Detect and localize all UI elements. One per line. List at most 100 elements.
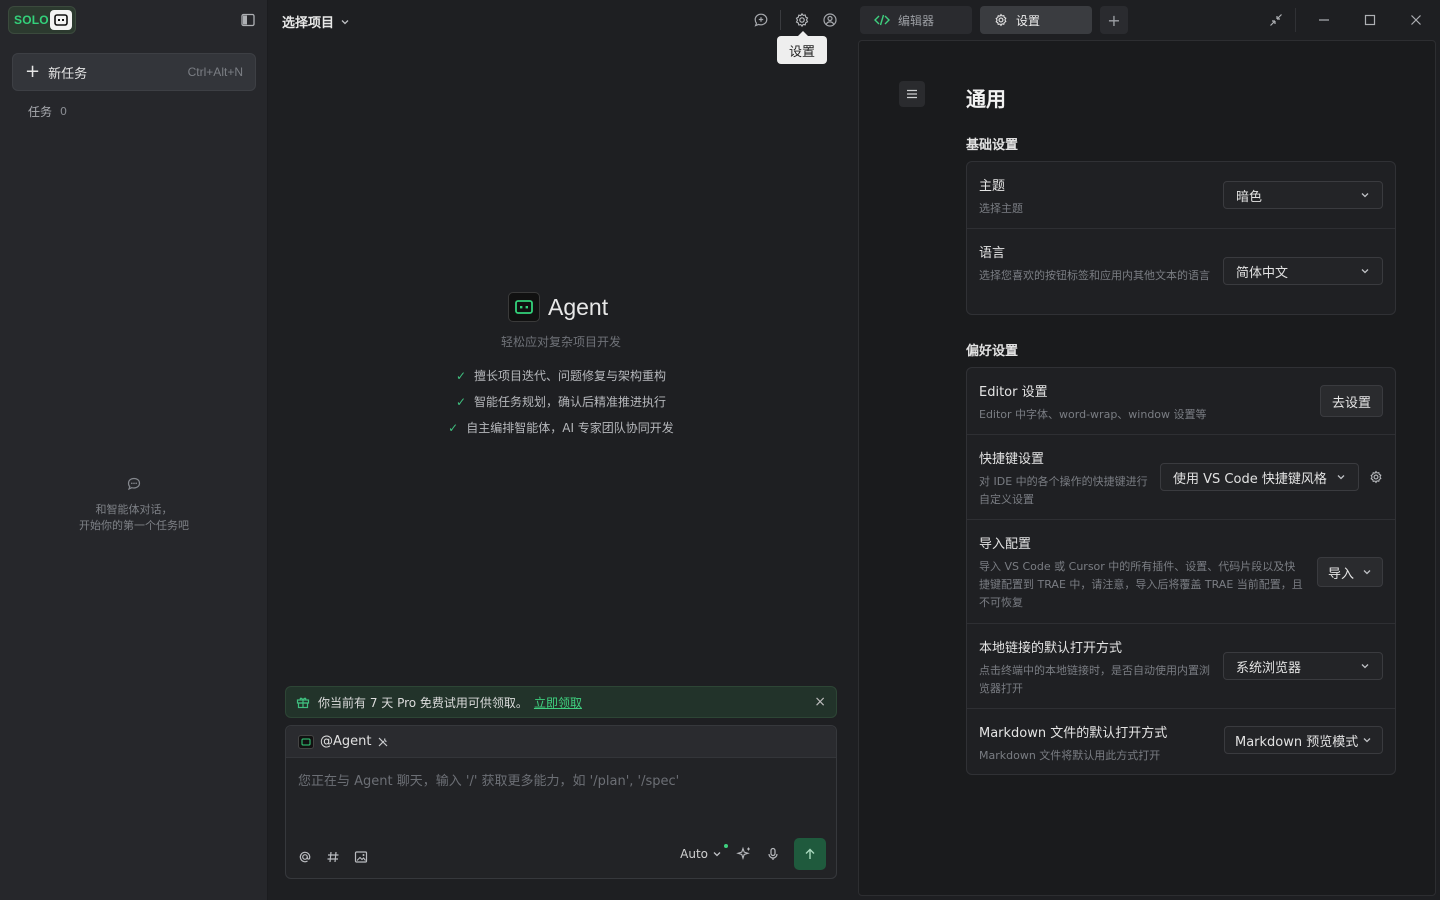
language-select[interactable]: 简体中文 bbox=[1223, 257, 1383, 285]
basic-settings-card: 主题 选择主题 暗色 语言 选择您喜欢的按钮标签和应用内其他文本的语言 简体中文 bbox=[966, 161, 1396, 315]
composer-tools bbox=[298, 850, 368, 864]
image-icon[interactable] bbox=[354, 850, 368, 864]
check-icon: ✓ bbox=[448, 421, 459, 435]
right-tab-bar: 编辑器 设置 + bbox=[854, 0, 1440, 40]
markdown-value: Markdown 预览模式 bbox=[1235, 734, 1359, 750]
close-icon[interactable] bbox=[1407, 11, 1425, 29]
toggle-sidebar-icon[interactable] bbox=[241, 13, 255, 27]
check-icon: ✓ bbox=[455, 395, 467, 409]
import-config-desc: 导入 VS Code 或 Cursor 中的所有插件、设置、代码片段以及快捷键配… bbox=[979, 560, 1303, 609]
tab-settings-label: 设置 bbox=[1016, 13, 1041, 28]
agent-chat-icon bbox=[50, 10, 72, 30]
chat-composer: @Agent 您正在与 Agent 聊天，输入 '/' 获取更多能力，如 '/p… bbox=[285, 725, 837, 879]
chevron-down-icon bbox=[1363, 570, 1371, 575]
solo-label: SOLO bbox=[14, 13, 49, 27]
local-link-select[interactable]: 系统浏览器 bbox=[1223, 652, 1383, 680]
empty-state: 和智能体对话， 开始你的第一个任务吧 bbox=[0, 476, 268, 534]
settings-menu-button[interactable] bbox=[899, 81, 925, 107]
add-tab-button[interactable]: + bbox=[1100, 6, 1128, 34]
project-select[interactable]: 选择项目 bbox=[282, 12, 350, 31]
chat-panel: 选择项目 设置 Agent 轻松应对复杂项目开发 ✓ 擅长项目迭代、问题修复与架构… bbox=[268, 0, 854, 900]
plus-icon: + bbox=[25, 61, 41, 82]
settings-tooltip: 设置 bbox=[777, 31, 827, 64]
keybinding-row: 快捷键设置 对 IDE 中的各个操作的快捷键进行自定义设置 使用 VS Code… bbox=[967, 435, 1395, 520]
import-config-row: 导入配置 导入 VS Code 或 Cursor 中的所有插件、设置、代码片段以… bbox=[967, 520, 1395, 624]
composer-actions: Auto bbox=[680, 838, 826, 870]
maximize-icon[interactable] bbox=[1361, 11, 1379, 29]
go-settings-button[interactable]: 去设置 bbox=[1320, 385, 1383, 417]
agent-name: Agent bbox=[548, 293, 609, 320]
close-icon[interactable]: × bbox=[814, 694, 826, 710]
language-value: 简体中文 bbox=[1236, 265, 1289, 281]
new-chat-icon[interactable] bbox=[751, 10, 771, 30]
sparkle-icon[interactable] bbox=[736, 846, 752, 862]
gear-icon[interactable] bbox=[792, 10, 812, 30]
feature-item: ✓ 擅长项目迭代、问题修复与架构重构 bbox=[268, 367, 854, 384]
message-input[interactable]: 您正在与 Agent 聊天，输入 '/' 获取更多能力，如 '/plan', '… bbox=[298, 770, 679, 789]
pro-trial-banner: 你当前有 7 天 Pro 免费试用可供领取。 立即领取 × bbox=[285, 686, 837, 718]
gear-icon[interactable] bbox=[1369, 470, 1383, 484]
new-task-button[interactable]: + 新任务 Ctrl+Alt+N bbox=[12, 53, 256, 91]
sidebar: SOLO + 新任务 Ctrl+Alt+N 任务 0 和智能体对话， 开始你的第… bbox=[0, 0, 268, 900]
chevron-down-icon bbox=[1360, 190, 1370, 200]
check-icon: ✓ bbox=[455, 369, 467, 383]
model-mode-select[interactable]: Auto bbox=[680, 844, 728, 861]
tasks-label: 任务 bbox=[28, 105, 53, 119]
empty-hint-line2: 开始你的第一个任务吧 bbox=[79, 519, 189, 532]
agent-header: Agent bbox=[508, 292, 608, 322]
chevron-down-icon bbox=[340, 17, 350, 27]
composer-header: @Agent bbox=[286, 726, 836, 758]
agent-subtitle: 轻松应对复杂项目开发 bbox=[500, 335, 621, 349]
empty-hint-line1: 和智能体对话， bbox=[95, 503, 173, 516]
gift-icon bbox=[296, 695, 310, 709]
account-icon[interactable] bbox=[820, 10, 840, 30]
feature-text: 擅长项目迭代、问题修复与架构重构 bbox=[474, 369, 667, 383]
keybinding-select[interactable]: 使用 VS Code 快捷键风格 bbox=[1160, 463, 1359, 491]
tab-editor-label: 编辑器 bbox=[898, 13, 935, 28]
chevron-down-icon bbox=[1336, 472, 1346, 482]
import-button-label: 导入 bbox=[1327, 566, 1354, 582]
theme-select[interactable]: 暗色 bbox=[1223, 181, 1383, 209]
hash-icon[interactable] bbox=[326, 850, 340, 864]
keybinding-value: 使用 VS Code 快捷键风格 bbox=[1173, 471, 1327, 487]
mention-icon[interactable] bbox=[298, 850, 312, 864]
gear-icon bbox=[995, 13, 1007, 27]
new-task-label: 新任务 bbox=[48, 66, 88, 82]
minimize-icon[interactable] bbox=[1315, 11, 1333, 29]
markdown-row: Markdown 文件的默认打开方式 Markdown 文件将默认用此方式打开 … bbox=[967, 709, 1395, 775]
code-icon bbox=[874, 14, 890, 26]
tasks-count: 0 bbox=[60, 105, 68, 118]
agent-mini-icon bbox=[298, 734, 314, 749]
tools-icon[interactable] bbox=[377, 736, 389, 748]
send-button[interactable] bbox=[794, 838, 826, 870]
basic-settings-heading: 基础设置 bbox=[966, 138, 1019, 153]
markdown-select[interactable]: Markdown 预览模式 bbox=[1224, 726, 1383, 754]
theme-value: 暗色 bbox=[1236, 189, 1263, 205]
arrow-up-icon bbox=[805, 848, 815, 859]
preference-settings-card: Editor 设置 Editor 中字体、word-wrap、window 设置… bbox=[966, 367, 1396, 775]
tasks-header[interactable]: 任务 0 bbox=[28, 103, 67, 120]
promo-text: 你当前有 7 天 Pro 免费试用可供领取。 bbox=[318, 695, 528, 710]
local-link-desc: 点击终端中的本地链接时，是否自动使用内置浏览器打开 bbox=[979, 664, 1210, 695]
divider bbox=[780, 10, 781, 30]
tab-settings[interactable]: 设置 bbox=[980, 6, 1092, 34]
divider bbox=[1295, 8, 1296, 32]
tab-editor[interactable]: 编辑器 bbox=[860, 6, 972, 34]
solo-badge[interactable]: SOLO bbox=[8, 6, 76, 34]
theme-row: 主题 选择主题 暗色 bbox=[967, 162, 1395, 229]
feature-item: ✓ 智能任务规划，确认后精准推进执行 bbox=[268, 393, 854, 410]
settings-title: 通用 bbox=[966, 87, 1006, 111]
chevron-down-icon bbox=[713, 852, 721, 857]
import-config-label: 导入配置 bbox=[979, 537, 1032, 552]
settings-panel: 通用 基础设置 主题 选择主题 暗色 语言 选择您喜欢的按钮标签和应用内其他文本… bbox=[858, 40, 1436, 896]
agent-mention[interactable]: @Agent bbox=[320, 734, 371, 749]
claim-link[interactable]: 立即领取 bbox=[534, 694, 582, 711]
import-button[interactable]: 导入 bbox=[1317, 557, 1383, 587]
language-desc: 选择您喜欢的按钮标签和应用内其他文本的语言 bbox=[979, 269, 1210, 282]
microphone-icon[interactable] bbox=[766, 847, 780, 861]
status-dot bbox=[724, 844, 728, 848]
editor-settings-row: Editor 设置 Editor 中字体、word-wrap、window 设置… bbox=[967, 368, 1395, 435]
collapse-icon[interactable] bbox=[1267, 11, 1285, 29]
chevron-down-icon bbox=[1362, 735, 1372, 745]
local-link-row: 本地链接的默认打开方式 点击终端中的本地链接时，是否自动使用内置浏览器打开 系统… bbox=[967, 624, 1395, 709]
